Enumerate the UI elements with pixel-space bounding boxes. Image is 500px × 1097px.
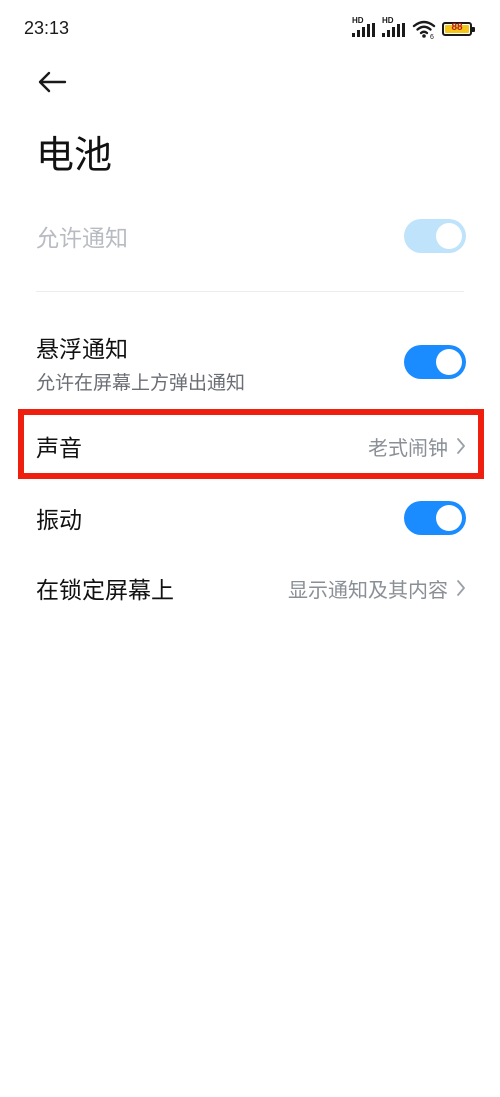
toggle-knob bbox=[436, 505, 462, 531]
lock-screen-row[interactable]: 在锁定屏幕上 显示通知及其内容 bbox=[36, 568, 466, 608]
wifi-icon: 6 bbox=[412, 20, 436, 39]
floating-notifications-row[interactable]: 悬浮通知 允许在屏幕上方弹出通知 bbox=[36, 330, 466, 394]
page-title: 电池 bbox=[36, 133, 113, 177]
allow-notifications-row: 允许通知 bbox=[36, 216, 466, 256]
toggle-knob bbox=[436, 349, 462, 375]
chevron-right-icon bbox=[457, 438, 465, 454]
floating-notifications-label: 悬浮通知 bbox=[36, 336, 128, 363]
sound-row[interactable]: 声音 老式闹钟 bbox=[36, 426, 466, 466]
allow-notifications-toggle bbox=[404, 219, 466, 253]
battery-icon: 88 bbox=[442, 22, 475, 36]
floating-notifications-sublabel: 允许在屏幕上方弹出通知 bbox=[36, 371, 246, 394]
toggle-knob bbox=[436, 223, 462, 249]
back-arrow-icon bbox=[38, 71, 67, 93]
divider bbox=[36, 291, 464, 292]
signal-icon: HD bbox=[352, 16, 376, 39]
allow-notifications-label: 允许通知 bbox=[36, 226, 128, 252]
lock-screen-label: 在锁定屏幕上 bbox=[36, 578, 174, 604]
battery-level: 88 bbox=[451, 22, 463, 33]
sound-value-group: 老式闹钟 bbox=[368, 432, 466, 461]
status-icons: HD HD 6 88 bbox=[352, 16, 475, 40]
vibration-row[interactable]: 振动 bbox=[36, 498, 466, 538]
back-button[interactable] bbox=[34, 64, 70, 100]
vibration-label: 振动 bbox=[36, 508, 82, 534]
status-time: 23:13 bbox=[24, 18, 70, 38]
svg-text:6: 6 bbox=[430, 34, 434, 39]
sound-label: 声音 bbox=[36, 436, 82, 462]
sound-value: 老式闹钟 bbox=[368, 435, 448, 460]
lock-screen-value-group: 显示通知及其内容 bbox=[288, 574, 466, 603]
status-bar: 23:13 HD HD 6 88 bbox=[0, 0, 500, 60]
floating-notifications-text: 悬浮通知 允许在屏幕上方弹出通知 bbox=[36, 330, 245, 395]
vibration-toggle[interactable] bbox=[404, 501, 466, 535]
signal-icon: HD bbox=[382, 16, 406, 39]
chevron-right-icon bbox=[457, 580, 465, 596]
floating-notifications-toggle[interactable] bbox=[404, 345, 466, 379]
lock-screen-value: 显示通知及其内容 bbox=[288, 577, 448, 602]
